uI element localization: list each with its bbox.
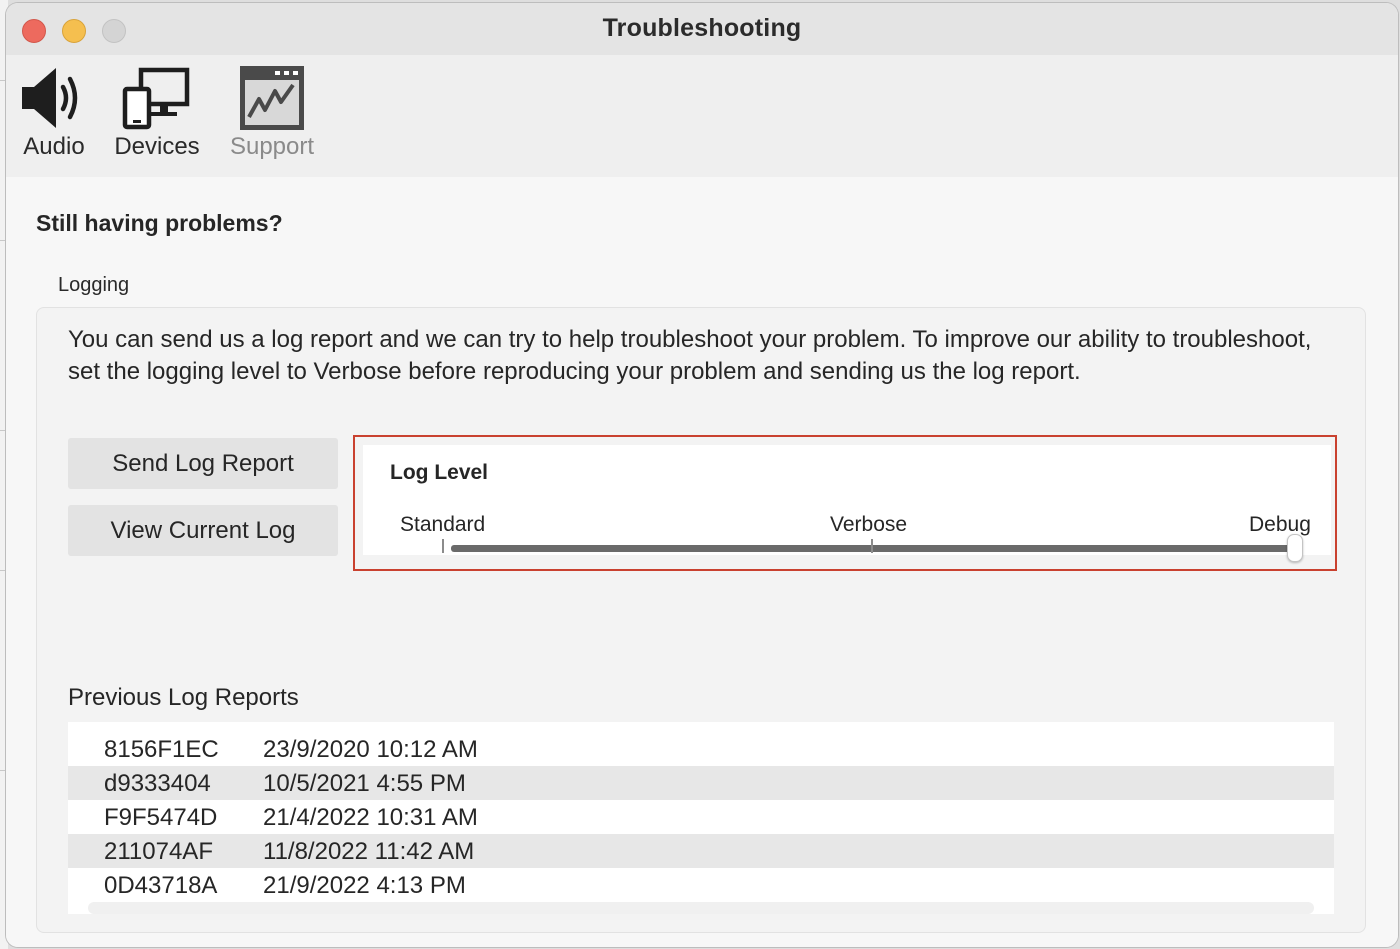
activity-chart-icon [240, 66, 304, 130]
toolbar-item-audio[interactable]: Audio [20, 65, 88, 161]
logging-description: You can send us a log report and we can … [68, 326, 1312, 385]
page-title: Still having problems? [36, 210, 283, 236]
level-label-debug: Debug [1249, 513, 1311, 536]
toolbar-item-devices[interactable]: Devices [112, 65, 202, 161]
log-report-row[interactable]: 211074AF 11/8/2022 11:42 AM [68, 834, 1334, 868]
previous-log-reports-list[interactable]: 8156F1EC 23/9/2020 10:12 AM d9333404 10/… [68, 722, 1334, 914]
log-report-id: d9333404 [104, 770, 211, 797]
log-report-timestamp: 21/4/2022 10:31 AM [263, 804, 478, 831]
toolbar-item-label: Support [229, 133, 315, 160]
toolbar-item-label: Audio [23, 133, 85, 160]
slider-tick-verbose [871, 539, 873, 553]
log-level-highlight-box: Log Level Standard Verbose Debug [353, 435, 1337, 571]
log-report-id: 8156F1EC [104, 736, 219, 763]
log-report-timestamp: 21/9/2022 4:13 PM [263, 872, 466, 899]
toolbar-item-label: Devices [114, 133, 200, 160]
view-current-log-button[interactable]: View Current Log [68, 505, 338, 556]
log-level-panel: Log Level Standard Verbose Debug [363, 445, 1331, 562]
log-report-id: 0D43718A [104, 872, 218, 899]
log-report-id: F9F5474D [104, 804, 218, 831]
horizontal-scrollbar[interactable] [88, 902, 1314, 914]
speaker-icon [22, 68, 78, 128]
monitor-phone-icon [122, 67, 190, 130]
send-log-report-button[interactable]: Send Log Report [68, 438, 338, 489]
toolbar-item-support[interactable]: Support [224, 65, 320, 161]
level-label-verbose: Verbose [830, 513, 908, 536]
log-level-slider-track[interactable] [451, 545, 1297, 552]
slider-tick-standard [442, 539, 444, 553]
previous-log-reports-label: Previous Log Reports [68, 684, 299, 711]
title-bar[interactable]: Troubleshooting [6, 3, 1398, 55]
log-level-slider-thumb[interactable] [1287, 534, 1303, 562]
log-report-timestamp: 10/5/2021 4:55 PM [263, 770, 466, 797]
troubleshooting-window: Troubleshooting Audio Devices Support St… [6, 3, 1398, 947]
log-report-id: 211074AF [104, 838, 213, 865]
log-report-timestamp: 23/9/2020 10:12 AM [263, 736, 478, 763]
window-title: Troubleshooting [602, 14, 802, 42]
log-report-timestamp: 11/8/2022 11:42 AM [263, 838, 475, 865]
log-report-row[interactable]: d9333404 10/5/2021 4:55 PM [68, 766, 1334, 800]
level-label-standard: Standard [400, 513, 486, 536]
preferences-toolbar: Audio Devices Support [6, 55, 1398, 177]
log-report-row[interactable]: 0D43718A 21/9/2022 4:13 PM [68, 868, 1334, 902]
support-pane: Still having problems? Logging You can s… [6, 177, 1398, 947]
logging-group: You can send us a log report and we can … [36, 307, 1366, 933]
log-level-title: Log Level [390, 461, 489, 484]
logging-group-label: Logging [58, 274, 130, 296]
log-report-row[interactable]: F9F5474D 21/4/2022 10:31 AM [68, 800, 1334, 834]
log-report-row[interactable]: 8156F1EC 23/9/2020 10:12 AM [68, 732, 1334, 766]
